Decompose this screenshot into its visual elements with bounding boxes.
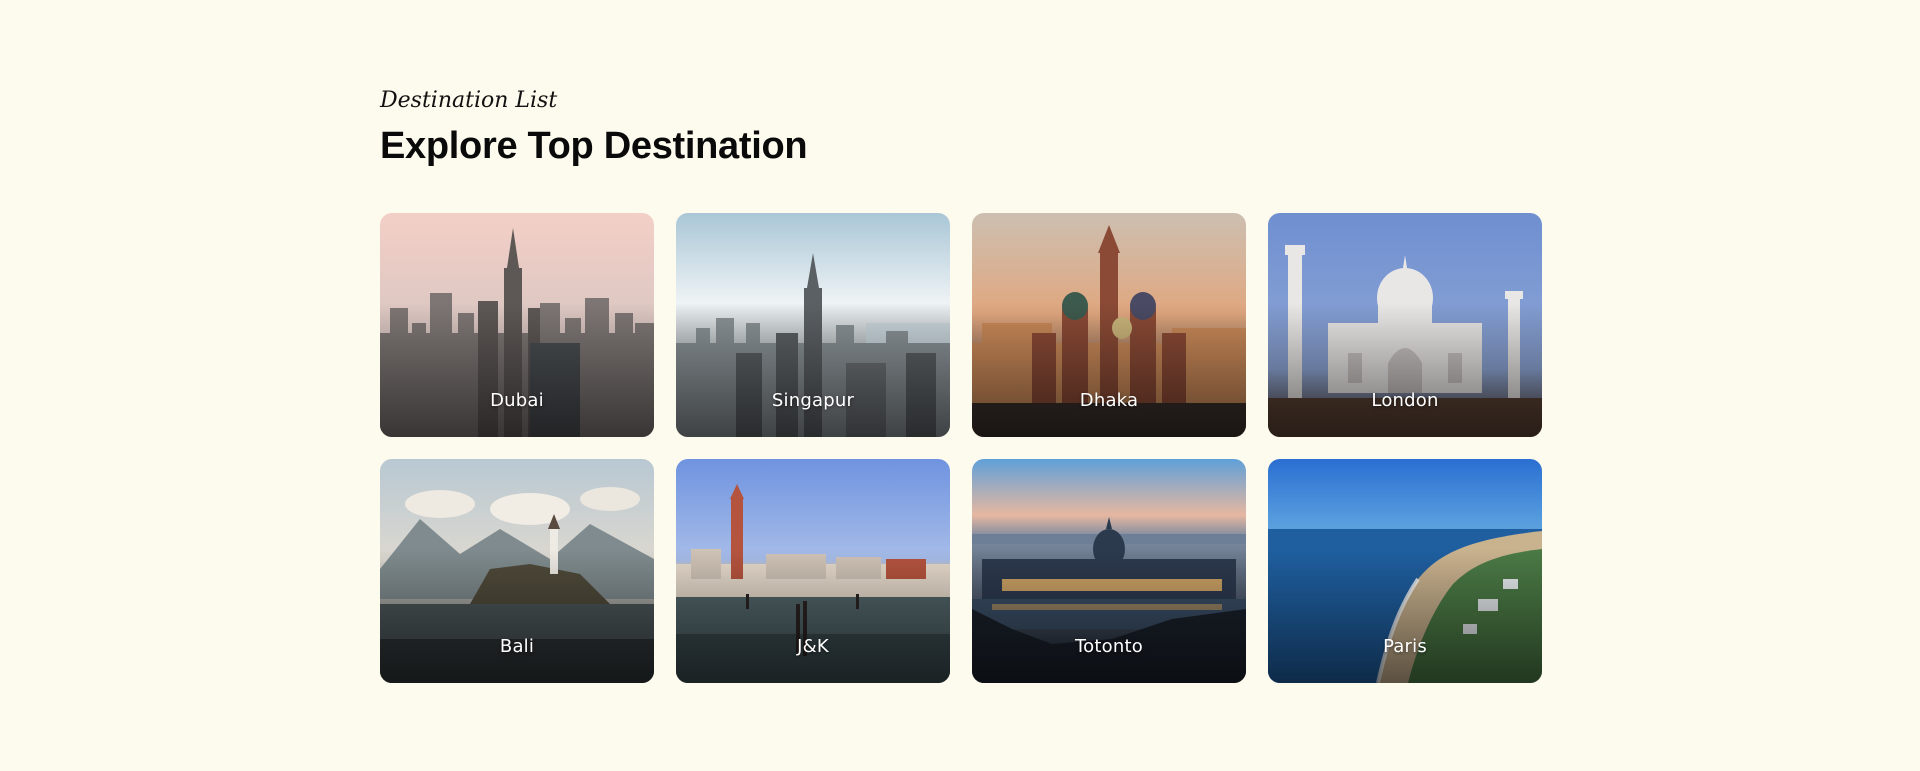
destination-section: Destination List Explore Top Destination (380, 86, 1542, 683)
destination-label: Singapur (771, 390, 855, 411)
destination-label: Dhaka (1079, 390, 1139, 411)
section-eyebrow: Destination List (380, 88, 558, 113)
destination-label: Dubai (490, 390, 544, 411)
destination-card-london[interactable]: London (1268, 213, 1542, 437)
destination-label: Paris (1383, 636, 1427, 657)
destination-card-jk[interactable]: J&K (676, 459, 950, 683)
card-overlay (676, 548, 950, 683)
card-overlay (676, 302, 950, 437)
destination-label: Bali (499, 636, 535, 657)
destination-card-dubai[interactable]: Dubai (380, 213, 654, 437)
card-overlay (380, 548, 654, 683)
card-overlay (972, 302, 1246, 437)
destination-card-bali[interactable]: Bali (380, 459, 654, 683)
destination-label: London (1371, 390, 1439, 411)
destination-card-dhaka[interactable]: Dhaka (972, 213, 1246, 437)
destination-card-singapur[interactable]: Singapur (676, 213, 950, 437)
card-overlay (1268, 302, 1542, 437)
destination-card-totonto[interactable]: Totonto (972, 459, 1246, 683)
card-overlay (380, 302, 654, 437)
destination-label: J&K (797, 636, 829, 657)
card-overlay (1268, 548, 1542, 683)
card-overlay (972, 548, 1246, 683)
destination-card-paris[interactable]: Paris (1268, 459, 1542, 683)
destination-label: Totonto (1075, 636, 1143, 657)
destination-grid: Dubai Singapur Dhaka London Bali J&K Tot… (380, 213, 1542, 683)
section-title: Explore Top Destination (380, 125, 808, 167)
